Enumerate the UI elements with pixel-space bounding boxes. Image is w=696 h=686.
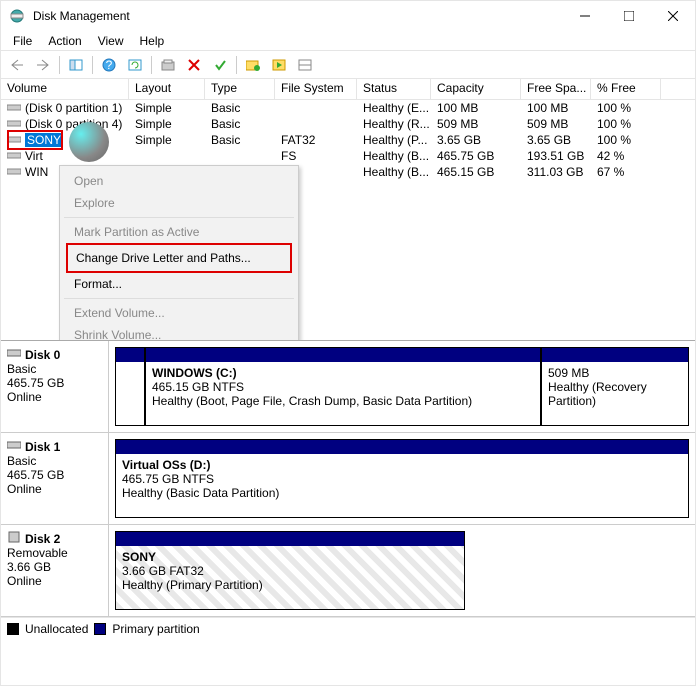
help-button[interactable]: ? — [97, 54, 121, 76]
swatch-primary-icon — [94, 623, 106, 635]
new-folder-button[interactable] — [241, 54, 265, 76]
menubar: File Action View Help — [1, 31, 695, 51]
delete-button[interactable] — [182, 54, 206, 76]
partition[interactable] — [115, 347, 145, 426]
removable-icon — [7, 531, 21, 546]
menu-explore[interactable]: Explore — [60, 192, 298, 214]
check-button[interactable] — [208, 54, 232, 76]
refresh-button[interactable] — [123, 54, 147, 76]
menu-action[interactable]: Action — [40, 32, 89, 50]
toolbar: ? — [1, 51, 695, 79]
volume-row[interactable]: Virt FS Healthy (B... 465.75 GB 193.51 G… — [1, 148, 695, 164]
volume-icon — [7, 134, 21, 144]
disk-panel-1[interactable]: Disk 1 Basic 465.75 GB Online Virtual OS… — [1, 433, 695, 525]
menu-mark-active[interactable]: Mark Partition as Active — [60, 221, 298, 243]
volume-icon — [7, 102, 21, 112]
partition[interactable]: WINDOWS (C:)465.15 GB NTFSHealthy (Boot,… — [145, 347, 541, 426]
forward-button[interactable] — [31, 54, 55, 76]
menu-shrink[interactable]: Shrink Volume... — [60, 324, 298, 340]
volume-row-selected[interactable]: SONY Simple Basic FAT32 Healthy (P... 3.… — [1, 132, 695, 148]
svg-text:?: ? — [106, 58, 113, 72]
partition[interactable]: Virtual OSs (D:)465.75 GB NTFSHealthy (B… — [115, 439, 689, 518]
col-capacity[interactable]: Capacity — [431, 79, 521, 99]
action-button[interactable] — [267, 54, 291, 76]
col-layout[interactable]: Layout — [129, 79, 205, 99]
col-type[interactable]: Type — [205, 79, 275, 99]
volume-list[interactable]: (Disk 0 partition 1) Simple Basic Health… — [1, 100, 695, 340]
menu-change-drive-letter[interactable]: Change Drive Letter and Paths... — [68, 245, 290, 271]
volume-row[interactable]: (Disk 0 partition 4) Simple Basic Health… — [1, 116, 695, 132]
menu-extend[interactable]: Extend Volume... — [60, 302, 298, 324]
volume-icon — [7, 166, 21, 176]
highlight-change-letter: Change Drive Letter and Paths... — [66, 243, 292, 273]
volume-icon — [7, 150, 21, 160]
app-icon — [9, 8, 25, 24]
col-pctfree[interactable]: % Free — [591, 79, 661, 99]
volume-list-header: Volume Layout Type File System Status Ca… — [1, 79, 695, 100]
menu-view[interactable]: View — [90, 32, 132, 50]
titlebar: Disk Management — [1, 1, 695, 31]
window-title: Disk Management — [33, 9, 563, 23]
partition[interactable]: 509 MBHealthy (Recovery Partition) — [541, 347, 689, 426]
menu-open[interactable]: Open — [60, 170, 298, 192]
menu-format[interactable]: Format... — [60, 273, 298, 295]
col-free[interactable]: Free Spa... — [521, 79, 591, 99]
show-hide-button[interactable] — [64, 54, 88, 76]
menu-help[interactable]: Help — [132, 32, 173, 50]
layout-button[interactable] — [293, 54, 317, 76]
disk-panels: Disk 0 Basic 465.75 GB Online WINDOWS (C… — [1, 340, 695, 617]
volume-icon — [7, 118, 21, 128]
disk-panel-2[interactable]: Disk 2 Removable 3.66 GB Online SONY3.66… — [1, 525, 695, 617]
properties-button[interactable] — [156, 54, 180, 76]
volume-row[interactable]: (Disk 0 partition 1) Simple Basic Health… — [1, 100, 695, 116]
back-button[interactable] — [5, 54, 29, 76]
close-button[interactable] — [651, 1, 695, 31]
disk-icon — [7, 439, 21, 454]
context-menu: Open Explore Mark Partition as Active Ch… — [59, 165, 299, 340]
maximize-button[interactable] — [607, 1, 651, 31]
minimize-button[interactable] — [563, 1, 607, 31]
col-volume[interactable]: Volume — [1, 79, 129, 99]
partition-selected[interactable]: SONY3.66 GB FAT32Healthy (Primary Partit… — [115, 531, 465, 610]
disk-icon — [7, 347, 21, 362]
col-status[interactable]: Status — [357, 79, 431, 99]
legend: Unallocated Primary partition — [1, 617, 695, 639]
disk-panel-0[interactable]: Disk 0 Basic 465.75 GB Online WINDOWS (C… — [1, 341, 695, 433]
swatch-unallocated-icon — [7, 623, 19, 635]
col-filesystem[interactable]: File System — [275, 79, 357, 99]
menu-file[interactable]: File — [5, 32, 40, 50]
